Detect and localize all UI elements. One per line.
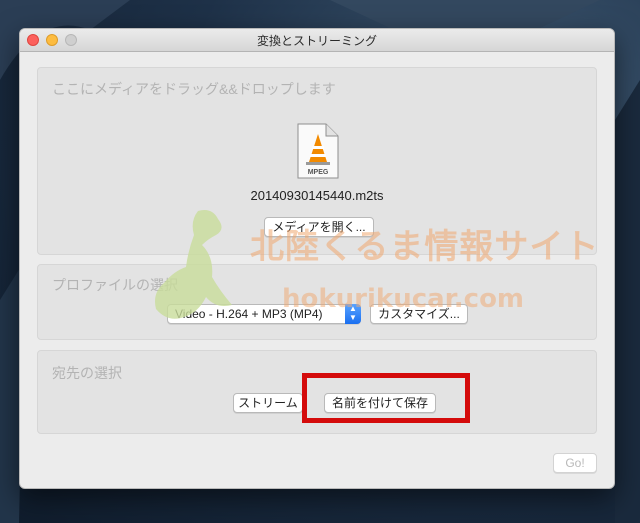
stream-button[interactable]: ストリーム <box>233 393 303 413</box>
media-drop-area[interactable]: ここにメディアをドラッグ&&ドロップします MPEG 2014093014544… <box>37 67 597 255</box>
select-chevron-icon: ▲ ▼ <box>345 304 361 324</box>
title-bar[interactable]: 変換とストリーミング <box>20 29 614 52</box>
window-title: 変換とストリーミング <box>256 34 377 48</box>
go-button[interactable]: Go! <box>553 453 597 473</box>
open-media-button[interactable]: メディアを開く... <box>264 217 374 237</box>
watermark-dinosaur-logo <box>155 210 232 319</box>
file-name: 20140930145440.m2ts <box>250 188 384 203</box>
mpeg-file-icon: MPEG <box>297 123 339 179</box>
profile-section: プロファイルの選択 Video - H.264 + MP3 (MP4) ▲ ▼ カ… <box>37 264 597 340</box>
highlight-box <box>302 373 470 423</box>
customize-button[interactable]: カスタマイズ... <box>370 304 468 324</box>
file-icon-label: MPEG <box>308 169 329 176</box>
destination-section-title: 宛先の選択 <box>52 365 122 381</box>
drop-area-title: ここにメディアをドラッグ&&ドロップします <box>52 81 336 97</box>
convert-stream-window: 変換とストリーミング ここにメディアをドラッグ&&ドロップします MPEG 20… <box>19 28 615 489</box>
